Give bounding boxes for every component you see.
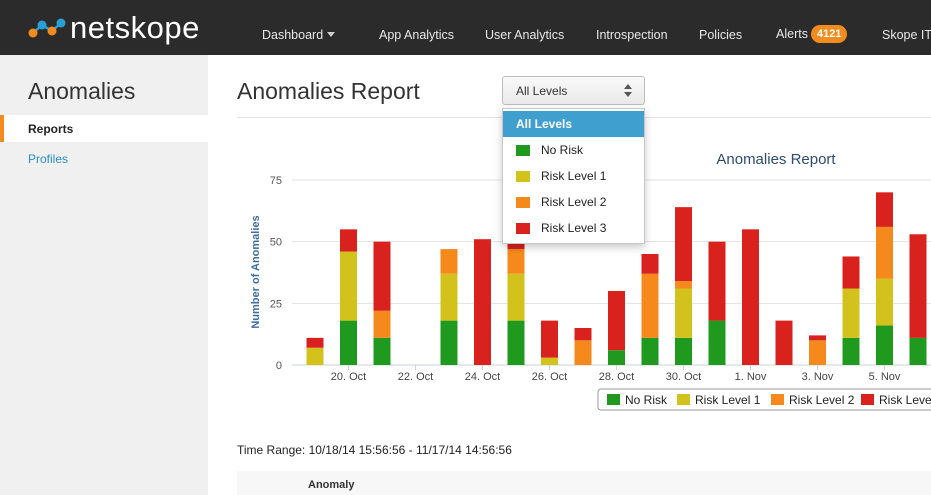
option-label: Risk Level 1 — [541, 169, 607, 183]
bar-segment[interactable] — [373, 337, 391, 365]
y-axis-ticks: 0 25 50 75 — [270, 175, 282, 372]
legend-item[interactable]: Risk Level 2 — [789, 393, 855, 407]
bar-segment[interactable] — [842, 256, 860, 289]
no-risk-swatch — [516, 145, 530, 156]
level-option-risk-2[interactable]: Risk Level 2 — [503, 189, 644, 215]
bar-segment[interactable] — [373, 241, 391, 311]
option-label: All Levels — [516, 117, 573, 131]
bar-segment[interactable] — [675, 288, 692, 338]
bar-segment[interactable] — [775, 320, 793, 365]
risk-level-3-swatch — [516, 223, 530, 234]
bar-segment[interactable] — [507, 273, 525, 321]
bar-segment[interactable] — [574, 340, 592, 365]
y-tick-label: 0 — [276, 360, 282, 372]
bar-segment[interactable] — [675, 337, 692, 365]
bar-segment[interactable] — [842, 337, 860, 365]
bar-segment[interactable] — [306, 337, 324, 348]
bar-segment[interactable] — [541, 320, 558, 358]
bar-segment[interactable] — [742, 229, 759, 365]
level-option-risk-3[interactable]: Risk Level 3 — [503, 215, 644, 241]
bar-segment[interactable] — [574, 328, 592, 341]
bar-segment[interactable] — [340, 229, 357, 252]
legend-swatch — [677, 394, 690, 405]
bar-segment[interactable] — [608, 291, 625, 351]
x-tick-label: 3. Nov — [802, 371, 834, 383]
bar-segment[interactable] — [440, 249, 458, 274]
legend-item[interactable]: No Risk — [625, 393, 668, 407]
option-label: Risk Level 3 — [541, 221, 607, 235]
y-tick-label: 50 — [270, 237, 282, 249]
bar-segment[interactable] — [541, 357, 558, 365]
level-option-all[interactable]: All Levels — [503, 111, 644, 137]
bar-segment[interactable] — [440, 320, 458, 365]
x-tick-label: 26. Oct — [532, 371, 567, 383]
bar-segment[interactable] — [842, 288, 860, 338]
bar-segment[interactable] — [708, 241, 726, 321]
bar-segment[interactable] — [675, 207, 692, 282]
y-tick-label: 75 — [270, 175, 282, 187]
bar-segment[interactable] — [608, 350, 625, 365]
option-label: No Risk — [541, 143, 584, 157]
bar-segment[interactable] — [641, 337, 659, 365]
risk-level-1-swatch — [516, 171, 530, 182]
bar-segment[interactable] — [641, 273, 659, 338]
bar-segment[interactable] — [876, 325, 893, 365]
bar-segment[interactable] — [641, 254, 659, 274]
bar-segment[interactable] — [708, 320, 726, 365]
bar-segment[interactable] — [440, 273, 458, 321]
bar-segment[interactable] — [306, 347, 324, 365]
bar-segment[interactable] — [474, 239, 491, 365]
legend-swatch — [607, 394, 620, 405]
x-tick-label: 1. Nov — [735, 371, 767, 383]
x-tick-label: 22. Oct — [398, 371, 433, 383]
y-tick-label: 25 — [270, 298, 282, 310]
legend-swatch — [861, 394, 874, 405]
y-axis-label: Number of Anomalies — [250, 215, 262, 328]
bar-segment[interactable] — [507, 320, 525, 365]
level-dropdown-menu: All Levels No Risk Risk Level 1 Risk Lev… — [502, 108, 645, 244]
bar-segment[interactable] — [876, 278, 893, 326]
risk-level-2-swatch — [516, 197, 530, 208]
x-tick-label: 20. Oct — [331, 371, 366, 383]
bar-segment[interactable] — [876, 192, 893, 227]
x-tick-label: 30. Oct — [666, 371, 701, 383]
bar-segment[interactable] — [340, 251, 357, 321]
legend-item[interactable]: Risk Level 3 — [879, 393, 931, 407]
x-tick-label: 24. Oct — [465, 371, 500, 383]
chart-legend: No Risk Risk Level 1 Risk Level 2 Risk Leve… — [597, 388, 931, 411]
bar-segment[interactable] — [340, 320, 357, 365]
bar-segment[interactable] — [373, 310, 391, 338]
chart-title: Anomalies Report — [716, 151, 836, 168]
bar-segment[interactable] — [675, 281, 692, 289]
x-tick-label: 28. Oct — [599, 371, 634, 383]
bar-segment[interactable] — [809, 340, 826, 365]
level-option-no-risk[interactable]: No Risk — [503, 137, 644, 163]
x-tick-label: 5. Nov — [869, 371, 901, 383]
bar-segment[interactable] — [876, 226, 893, 279]
bar-segment[interactable] — [507, 249, 525, 274]
legend-item[interactable]: Risk Level 1 — [695, 393, 761, 407]
level-option-risk-1[interactable]: Risk Level 1 — [503, 163, 644, 189]
bar-segment[interactable] — [809, 335, 826, 341]
bar-segment[interactable] — [909, 337, 927, 365]
anomalies-chart: Anomalies Report Number of Anomalies 0 25… — [250, 151, 931, 411]
option-label: Risk Level 2 — [541, 195, 607, 209]
legend-swatch — [771, 394, 784, 405]
bar-segment[interactable] — [909, 234, 927, 338]
x-axis-ticks: 20. Oct 22. Oct 24. Oct 26. Oct 28. Oct 30. O… — [331, 365, 901, 383]
